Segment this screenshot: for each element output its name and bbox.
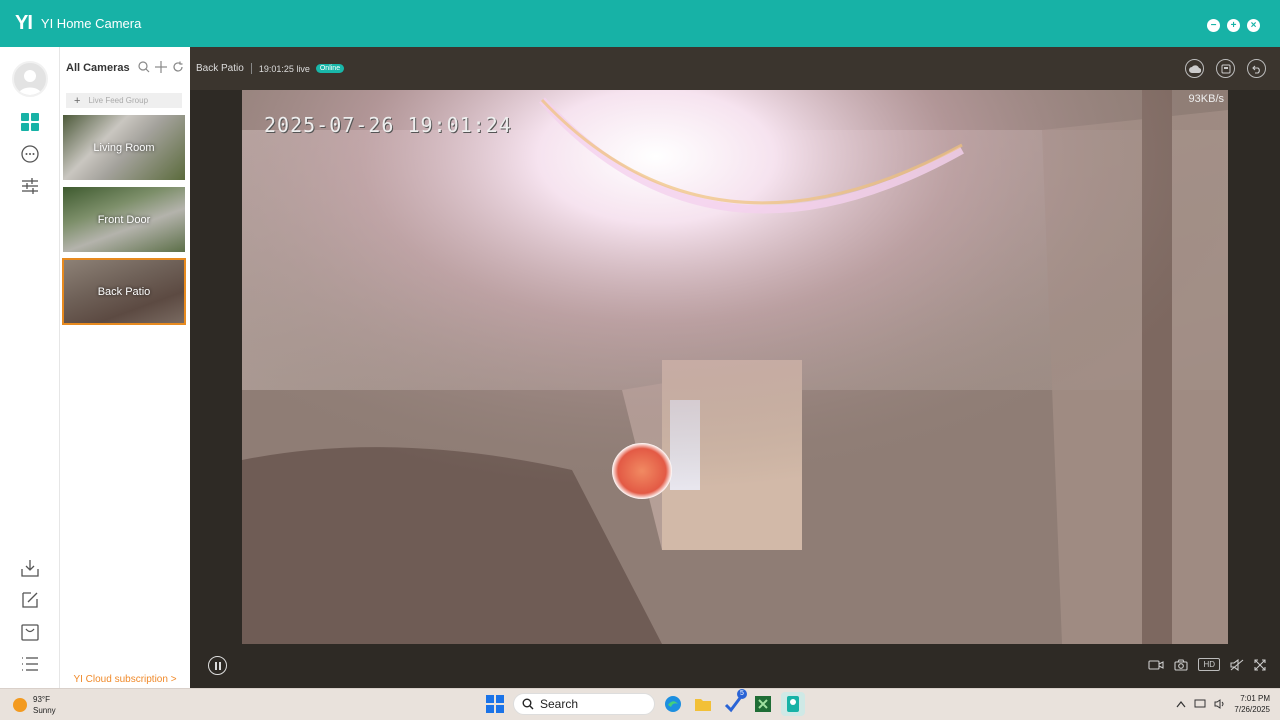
weather-widget[interactable]: 93°F Sunny — [13, 694, 56, 716]
avatar[interactable] — [12, 61, 48, 97]
record-video-icon[interactable] — [1148, 659, 1164, 671]
list-actions — [138, 61, 184, 73]
app-title: YI Home Camera — [40, 16, 142, 31]
search-label: Search — [540, 697, 579, 711]
edge-icon — [665, 696, 681, 712]
system-tray: 7:01 PM 7/26/2025 — [1176, 693, 1270, 715]
weather-text: 93°F Sunny — [33, 694, 56, 716]
file-explorer-app[interactable] — [691, 692, 715, 716]
all-cameras-title: All Cameras — [66, 62, 130, 74]
player-top-actions — [1185, 59, 1266, 78]
add-camera-icon[interactable] — [155, 61, 167, 73]
camera-list-panel: All Cameras + Live Feed Group Living Roo… — [60, 47, 190, 688]
yi-app-icon — [787, 696, 799, 712]
sun-icon — [13, 698, 27, 712]
player-header: Back Patio 19:01:25 live Online — [190, 47, 1280, 90]
chevron-up-icon[interactable] — [1176, 700, 1186, 708]
clock[interactable]: 7:01 PM 7/26/2025 — [1234, 693, 1270, 715]
camera-scene — [242, 90, 1228, 644]
maximize-button[interactable]: + — [1227, 19, 1240, 32]
clock-date: 7/26/2025 — [1234, 705, 1270, 714]
player-area: Back Patio 19:01:25 live Online 2025-07-… — [190, 47, 1280, 688]
messages-icon[interactable] — [19, 143, 41, 165]
window-controls: − + × — [1207, 19, 1260, 32]
search-icon — [522, 698, 534, 710]
yi-logo-mark: YI — [15, 12, 33, 34]
sd-card-icon[interactable] — [1216, 59, 1235, 78]
snapshot-camera-icon[interactable] — [1174, 658, 1188, 671]
search-icon[interactable] — [138, 61, 150, 73]
spreadsheet-icon — [755, 696, 771, 712]
player-bottom-actions: HD — [1148, 658, 1266, 671]
weather-temp: 93°F — [33, 695, 50, 704]
minimize-button[interactable]: − — [1207, 19, 1220, 32]
fullscreen-icon[interactable] — [1254, 658, 1266, 671]
divider — [250, 63, 252, 74]
todo-app[interactable]: 5 — [721, 689, 747, 716]
player-controls: HD — [190, 644, 1280, 688]
plus-icon: + — [74, 94, 81, 107]
taskbar-search[interactable]: Search — [513, 693, 655, 715]
camera-label: Back Patio — [97, 285, 151, 298]
weather-desc: Sunny — [33, 706, 56, 715]
settings-sliders-icon[interactable] — [19, 175, 41, 197]
osd-timestamp: 2025-07-26 19:01:24 — [264, 113, 512, 137]
live-feed-group-label: Live Feed Group — [88, 96, 149, 105]
download-icon[interactable] — [19, 557, 41, 579]
nav-rail — [0, 47, 60, 688]
taskbar-apps: Search 5 — [483, 689, 805, 716]
shop-bag-icon[interactable] — [19, 621, 41, 643]
cloud-subscription-link[interactable]: YI Cloud subscription > — [60, 674, 190, 685]
notification-badge: 5 — [737, 689, 747, 699]
clock-time: 7:01 PM — [1240, 694, 1270, 703]
bitrate-readout: 93KB/s — [1188, 93, 1224, 105]
camera-thumb-front-door[interactable]: Front Door — [63, 187, 185, 252]
edge-browser-app[interactable] — [661, 692, 685, 716]
user-icon — [18, 70, 42, 95]
live-video-feed[interactable]: 2025-07-26 19:01:24 93KB/s — [242, 90, 1228, 644]
pause-icon — [214, 661, 221, 670]
cloud-icon[interactable] — [1185, 59, 1204, 78]
title-bar: YI YI Home Camera − + × — [0, 0, 1280, 47]
pause-button[interactable] — [208, 656, 227, 675]
yi-camera-app[interactable] — [781, 692, 805, 716]
live-feed-group-button[interactable]: + Live Feed Group — [66, 93, 182, 108]
start-button[interactable] — [483, 692, 507, 716]
mute-speaker-icon[interactable] — [1230, 658, 1244, 671]
status-badge: Online — [315, 64, 345, 73]
camera-label: Living Room — [93, 141, 155, 154]
windows-logo-icon — [486, 695, 504, 713]
close-button[interactable]: × — [1247, 19, 1260, 32]
speaker-icon[interactable] — [1214, 699, 1226, 709]
quality-hd-button[interactable]: HD — [1198, 658, 1220, 671]
refresh-icon[interactable] — [172, 61, 184, 73]
camera-thumb-living-room[interactable]: Living Room — [63, 115, 185, 180]
camera-grid-icon[interactable] — [19, 111, 41, 133]
current-camera-name: Back Patio — [196, 63, 244, 74]
windows-taskbar: 93°F Sunny Search 5 7:01 PM 7/26/2025 — [0, 688, 1280, 720]
live-time: 19:01:25 live — [258, 63, 310, 74]
camera-label: Front Door — [97, 213, 151, 226]
excel-app[interactable] — [751, 692, 775, 716]
camera-thumb-back-patio[interactable]: Back Patio — [62, 258, 186, 325]
back-icon[interactable] — [1247, 59, 1266, 78]
folder-icon — [695, 699, 711, 711]
edit-icon[interactable] — [19, 589, 41, 611]
display-icon[interactable] — [1194, 699, 1206, 709]
app-logo: YI YI Home Camera — [15, 12, 141, 35]
list-menu-icon[interactable] — [19, 653, 41, 675]
